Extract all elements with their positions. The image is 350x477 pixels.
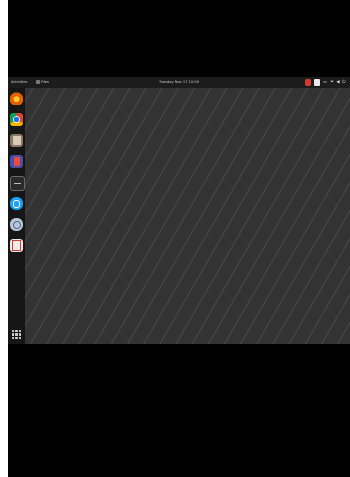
system-menu[interactable]: ⏷ ◀ ⏻: [330, 79, 346, 85]
chrome-icon[interactable]: [10, 113, 23, 126]
input-language-indicator[interactable]: en: [323, 80, 327, 84]
show-applications-icon[interactable]: [12, 330, 21, 339]
disk-utility-icon[interactable]: [10, 218, 23, 231]
firefox-icon[interactable]: [10, 92, 23, 105]
files-icon[interactable]: [10, 134, 23, 147]
dock: [8, 88, 25, 344]
tray-alert-icon[interactable]: [305, 78, 312, 86]
document-viewer-icon[interactable]: [10, 239, 23, 252]
skype-icon[interactable]: [10, 197, 23, 210]
top-bar: Activities Files Tuesday Nov 17 10:00 en…: [8, 77, 350, 88]
clock[interactable]: Tuesday Nov 17 10:00: [8, 80, 350, 84]
terminal-icon[interactable]: [10, 176, 25, 191]
libreoffice-icon[interactable]: [10, 155, 23, 168]
desktop-wallpaper: [8, 88, 350, 344]
system-tray: en ⏷ ◀ ⏻: [305, 78, 346, 86]
tray-clipboard-icon[interactable]: [314, 78, 321, 86]
